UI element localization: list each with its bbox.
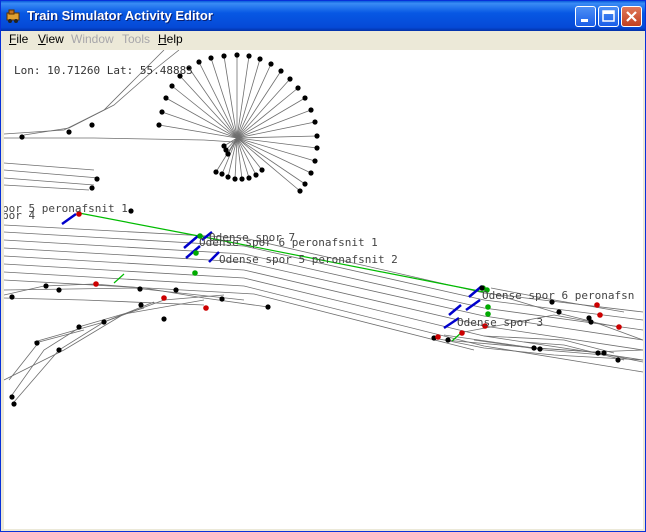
label-odense-spor3[interactable]: Odense spor 3 (457, 316, 543, 329)
label-spor4[interactable]: por 4 (4, 209, 35, 222)
menu-window[interactable]: Window (71, 32, 114, 46)
junction-node[interactable] (9, 294, 15, 300)
track-map[interactable]: por 5 peronafsnit 1 por 4 Odense spor 7 … (4, 50, 643, 529)
junction-node[interactable] (56, 347, 62, 353)
signal-node[interactable] (161, 295, 167, 301)
junction-node[interactable] (531, 345, 537, 351)
menu-help[interactable]: Help (158, 32, 183, 46)
junction-node[interactable] (295, 85, 301, 91)
junction-node[interactable] (259, 167, 265, 173)
path-node[interactable] (192, 270, 198, 276)
junction-node[interactable] (169, 83, 175, 89)
signal-node[interactable] (203, 305, 209, 311)
junction-node[interactable] (89, 122, 95, 128)
label-odense-spor6-peronafsnit1[interactable]: Odense spor 6 peronafsnit 1 (199, 236, 378, 249)
app-window: Train Simulator Activity Editor File Vie… (0, 0, 646, 532)
junction-node[interactable] (297, 188, 303, 194)
junction-node[interactable] (308, 107, 314, 113)
route-map-canvas[interactable]: por 5 peronafsnit 1 por 4 Odense spor 7 … (4, 50, 643, 529)
junction-node[interactable] (219, 171, 225, 177)
junction-node[interactable] (265, 304, 271, 310)
junction-node[interactable] (34, 340, 40, 346)
junction-node[interactable] (19, 134, 25, 140)
junction-node[interactable] (287, 76, 293, 82)
signal-node[interactable] (93, 281, 99, 287)
junction-node[interactable] (94, 176, 100, 182)
junction-node[interactable] (239, 176, 245, 182)
junction-node[interactable] (253, 172, 259, 178)
junction-node[interactable] (308, 170, 314, 176)
tracks (4, 50, 643, 403)
title-bar[interactable]: Train Simulator Activity Editor (1, 1, 645, 31)
path-node[interactable] (193, 250, 199, 256)
junction-node[interactable] (161, 316, 167, 322)
junction-node[interactable] (173, 287, 179, 293)
path-node[interactable] (485, 304, 491, 310)
signal-node[interactable] (616, 324, 622, 330)
junction-node[interactable] (312, 158, 318, 164)
junction-node[interactable] (76, 324, 82, 330)
maximize-button[interactable] (598, 6, 619, 27)
junction-node[interactable] (196, 59, 202, 65)
junction-node[interactable] (314, 133, 320, 139)
junction-node[interactable] (138, 302, 144, 308)
minimize-button[interactable] (575, 6, 596, 27)
junction-node[interactable] (257, 56, 263, 62)
menu-tools[interactable]: Tools (122, 32, 150, 46)
junction-node[interactable] (11, 401, 17, 407)
junction-node[interactable] (556, 309, 562, 315)
junction-node[interactable] (137, 286, 143, 292)
junction-node[interactable] (312, 119, 318, 125)
junction-node[interactable] (232, 176, 238, 182)
menu-bar: File View Window Tools Help (4, 31, 644, 49)
coordinates-readout: Lon: 10.71260 Lat: 55.48883 (14, 64, 193, 77)
junction-node[interactable] (601, 350, 607, 356)
junction-node[interactable] (234, 52, 240, 58)
junction-node[interactable] (445, 337, 451, 343)
junction-node[interactable] (586, 315, 592, 321)
signal-node[interactable] (597, 312, 603, 318)
junction-node[interactable] (43, 283, 49, 289)
junction-node[interactable] (66, 129, 72, 135)
train-app-icon (6, 9, 20, 23)
junction-node[interactable] (302, 181, 308, 187)
junction-node[interactable] (221, 53, 227, 59)
maximize-icon (602, 10, 615, 22)
junction-node[interactable] (89, 185, 95, 191)
junction-node[interactable] (163, 95, 169, 101)
junction-node[interactable] (246, 175, 252, 181)
junction-node[interactable] (208, 55, 214, 61)
junction-node[interactable] (128, 208, 134, 214)
junction-node[interactable] (9, 394, 15, 400)
junction-node[interactable] (302, 95, 308, 101)
menu-file[interactable]: File (9, 32, 28, 46)
junction-node[interactable] (159, 109, 165, 115)
junction-node[interactable] (246, 53, 252, 59)
menu-view[interactable]: View (38, 32, 64, 46)
junction-node[interactable] (213, 169, 219, 175)
junction-node[interactable] (278, 68, 284, 74)
junction-node[interactable] (101, 319, 107, 325)
close-icon (626, 11, 637, 22)
junction-node[interactable] (225, 174, 231, 180)
junction-node[interactable] (268, 61, 274, 67)
close-button[interactable] (621, 6, 642, 27)
junction-node[interactable] (156, 122, 162, 128)
minimize-icon (581, 19, 588, 22)
junction-node[interactable] (314, 145, 320, 151)
signal-node[interactable] (435, 334, 441, 340)
junction-node[interactable] (615, 357, 621, 363)
junction-node[interactable] (225, 151, 231, 157)
junction-node[interactable] (219, 296, 225, 302)
junction-node[interactable] (56, 287, 62, 293)
window-title: Train Simulator Activity Editor (27, 8, 213, 23)
label-odense-spor5-peronafsnit2[interactable]: Odense spor 5 peronafsnit 2 (219, 253, 398, 266)
signal-node[interactable] (594, 302, 600, 308)
junction-node[interactable] (595, 350, 601, 356)
signal-node[interactable] (459, 330, 465, 336)
junction-node[interactable] (537, 346, 543, 352)
label-odense-spor6-peronafsn-right[interactable]: Odense spor 6 peronafsn (482, 289, 634, 302)
